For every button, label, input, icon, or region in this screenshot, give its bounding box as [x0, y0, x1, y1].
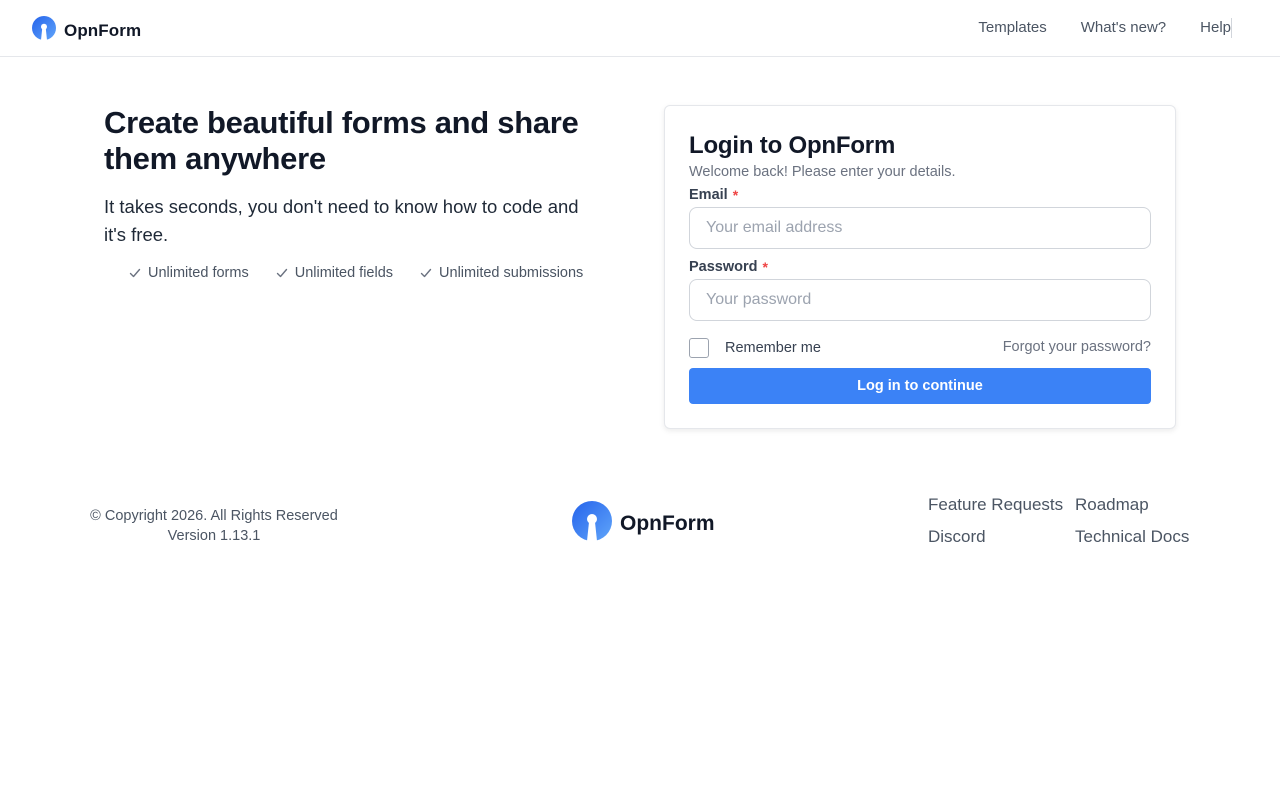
brand-link[interactable]: OpnForm [32, 16, 141, 45]
feature-item: Unlimited fields [275, 265, 393, 281]
required-mark: * [732, 187, 739, 203]
login-title: Login to OpnForm [689, 132, 896, 159]
check-icon [419, 266, 433, 280]
opnform-logo-icon [32, 16, 56, 45]
nav-whats-new-link[interactable]: What's new? [1081, 18, 1166, 38]
password-input[interactable] [689, 279, 1151, 321]
footer-link-roadmap[interactable]: Roadmap [1075, 494, 1189, 515]
feature-label: Unlimited fields [294, 265, 394, 281]
footer-brand-name: OpnForm [620, 511, 715, 535]
footer-links: Feature Requests Roadmap Discord Technic… [928, 494, 1189, 547]
feature-list: Unlimited forms Unlimited fields Unlimit… [128, 265, 583, 281]
feature-label: Unlimited submissions [439, 265, 584, 281]
opnform-logo-icon [572, 501, 612, 546]
required-mark: * [762, 259, 768, 275]
forgot-password-link[interactable]: Forgot your password? [1003, 339, 1151, 355]
hero-title: Create beautiful forms and share them an… [104, 105, 579, 176]
login-subtitle: Welcome back! Please enter your details. [689, 164, 956, 180]
feature-label: Unlimited forms [148, 265, 249, 281]
main-nav: Templates What's new? Help [978, 18, 1231, 38]
top-navbar: OpnForm Templates What's new? Help [0, 0, 1280, 57]
footer-copyright-block: © Copyright 2026. All Rights Reserved Ve… [84, 506, 344, 546]
remember-me-label[interactable]: Remember me [725, 340, 821, 356]
nav-divider [1231, 18, 1232, 38]
password-label: Password * [689, 259, 768, 275]
check-icon [128, 266, 142, 280]
version-text: Version 1.13.1 [167, 528, 261, 544]
footer-brand[interactable]: OpnForm [572, 501, 715, 546]
email-input[interactable] [689, 207, 1151, 249]
email-label-text: Email [689, 187, 728, 203]
email-label: Email * [689, 187, 738, 203]
footer-link-discord[interactable]: Discord [928, 526, 1075, 547]
nav-templates-link[interactable]: Templates [978, 18, 1046, 38]
feature-item: Unlimited submissions [419, 265, 583, 281]
footer-link-technical-docs[interactable]: Technical Docs [1075, 526, 1189, 547]
remember-me-checkbox[interactable] [689, 338, 709, 358]
password-label-text: Password [689, 259, 758, 275]
footer-link-feature-requests[interactable]: Feature Requests [928, 494, 1075, 515]
hero-subtitle: It takes seconds, you don't need to know… [104, 196, 579, 245]
copyright-text: © Copyright 2026. All Rights Reserved [90, 508, 338, 524]
login-submit-button[interactable]: Log in to continue [689, 368, 1151, 404]
brand-name: OpnForm [64, 20, 142, 40]
login-card: Login to OpnForm Welcome back! Please en… [664, 105, 1176, 429]
check-icon [275, 266, 289, 280]
nav-help-link[interactable]: Help [1200, 18, 1231, 38]
remember-me-row: Remember me [689, 338, 821, 358]
feature-item: Unlimited forms [128, 265, 249, 281]
